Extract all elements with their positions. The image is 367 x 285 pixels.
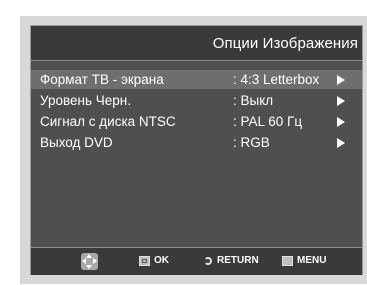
page-title: Опции Изображения	[212, 35, 358, 52]
menu-item-ntsc-signal[interactable]: Сигнал с диска NTSC : PAL 60 Гц	[31, 112, 362, 131]
dpad-icon	[81, 253, 98, 270]
menu-item-value: : 4:3 Letterbox	[233, 72, 320, 87]
osd-footer: OK RETURN MENU	[31, 247, 362, 275]
ok-hint[interactable]: OK	[139, 255, 169, 266]
ok-key-icon	[139, 255, 150, 266]
menu-item-black-level[interactable]: Уровень Черн. : Выкл	[31, 91, 362, 110]
return-key-icon	[203, 256, 213, 266]
ok-label: OK	[154, 255, 169, 266]
settings-menu: Формат ТВ - экрана : 4:3 Letterbox Урове…	[31, 70, 362, 154]
menu-hint[interactable]: MENU	[282, 255, 326, 266]
menu-item-label: Выход DVD	[40, 135, 113, 150]
return-label: RETURN	[217, 255, 259, 266]
menu-label: MENU	[297, 255, 327, 266]
osd-screen: Опции Изображения Формат ТВ - экрана : 4…	[30, 25, 363, 275]
menu-item-value: : PAL 60 Гц	[233, 114, 303, 129]
arrow-right-icon	[337, 117, 345, 127]
tv-bezel: Опции Изображения Формат ТВ - экрана : 4…	[20, 16, 367, 284]
arrow-right-icon	[337, 75, 345, 85]
menu-item-dvd-output[interactable]: Выход DVD : RGB	[31, 133, 362, 152]
menu-item-tv-aspect[interactable]: Формат ТВ - экрана : 4:3 Letterbox	[31, 70, 362, 89]
arrow-right-icon	[337, 138, 345, 148]
osd-header: Опции Изображения	[31, 26, 362, 61]
return-hint[interactable]: RETURN	[203, 255, 259, 266]
menu-key-icon	[282, 255, 293, 266]
menu-item-value: : Выкл	[233, 93, 274, 108]
menu-item-label: Сигнал с диска NTSC	[40, 114, 176, 129]
menu-item-value: : RGB	[233, 135, 270, 150]
arrow-right-icon	[337, 96, 345, 106]
menu-item-label: Формат ТВ - экрана	[40, 72, 164, 87]
menu-item-label: Уровень Черн.	[40, 93, 131, 108]
